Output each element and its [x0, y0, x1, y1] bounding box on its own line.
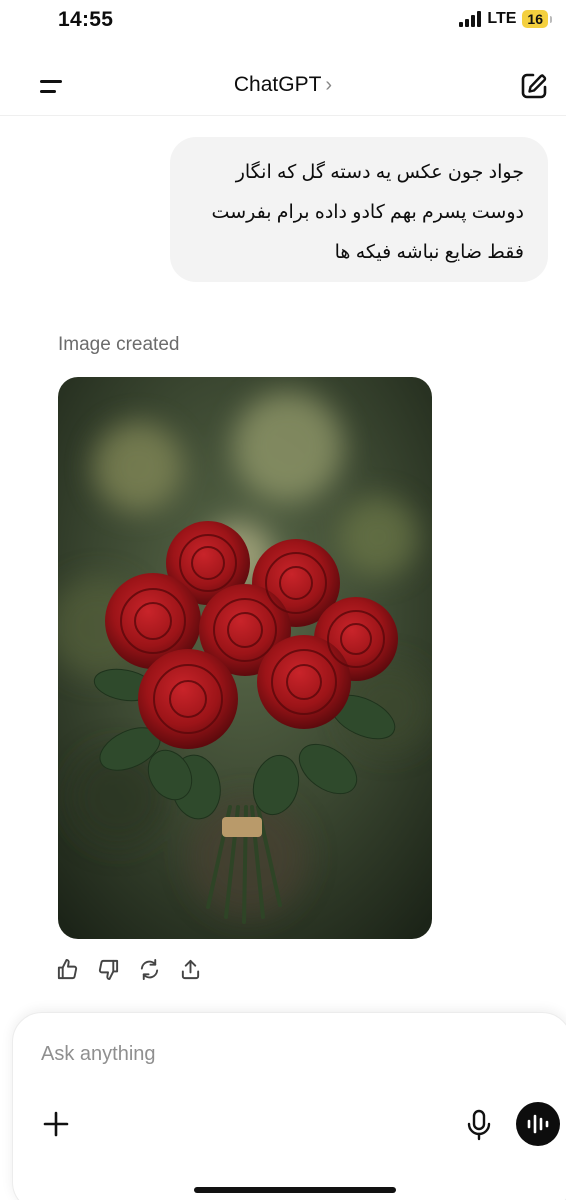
user-message-line: جواد جون عکس یه دسته گل که انگار [235, 162, 524, 183]
thumbs-up-icon[interactable] [56, 958, 79, 981]
message-actions [56, 958, 202, 981]
battery-icon: 16 [522, 10, 552, 28]
status-time: 14:55 [58, 8, 114, 31]
new-chat-icon[interactable] [518, 70, 550, 102]
user-message-line: دوست پسرم بهم کادو داده برام بفرست [211, 202, 524, 223]
network-type: LTE [487, 10, 517, 27]
image-created-label: Image created [58, 334, 180, 355]
status-indicators: LTE 16 [459, 10, 552, 28]
plus-icon[interactable] [41, 1109, 71, 1139]
chat-header: ChatGPT › [0, 56, 566, 116]
generated-image[interactable] [58, 377, 432, 939]
status-bar: 14:55 LTE 16 [0, 0, 566, 44]
user-message-bubble: جواد جون عکس یه دسته گل که انگار دوست پس… [170, 137, 548, 282]
composer [12, 1012, 566, 1200]
regenerate-icon[interactable] [138, 958, 161, 981]
signal-icon [459, 11, 482, 27]
model-selector[interactable]: ChatGPT › [0, 73, 566, 97]
microphone-icon[interactable] [465, 1109, 493, 1141]
home-indicator [194, 1187, 396, 1193]
header-title: ChatGPT [233, 73, 322, 96]
share-icon[interactable] [179, 958, 202, 981]
user-message-line: فقط ضایع نباشه فیکه ها [334, 242, 524, 263]
voice-mode-icon[interactable] [516, 1102, 560, 1146]
chevron-right-icon: › [325, 74, 333, 96]
thumbs-down-icon[interactable] [97, 958, 120, 981]
message-input[interactable] [41, 1043, 461, 1066]
